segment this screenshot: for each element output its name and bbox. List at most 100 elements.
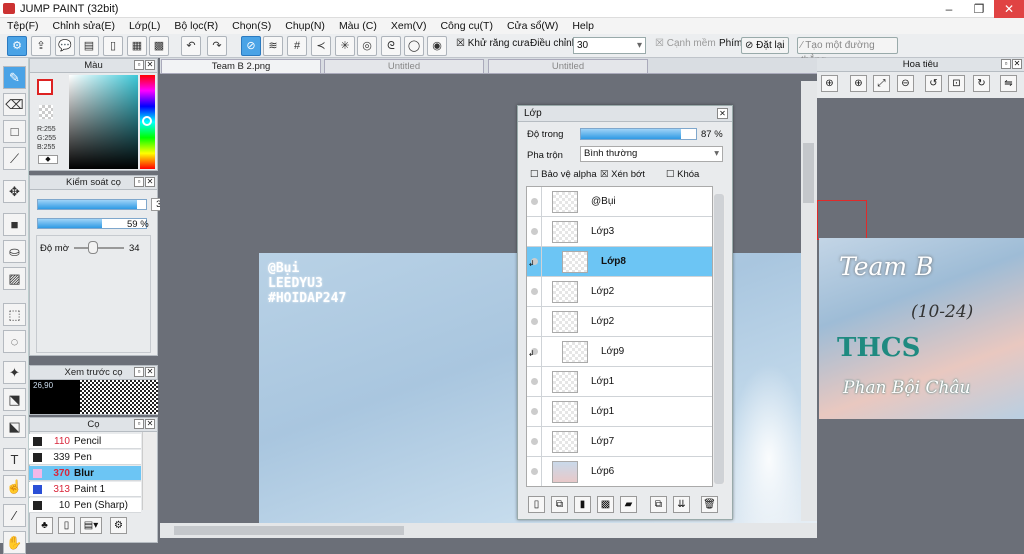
menu-tools[interactable]: Công cụ(T) <box>440 20 493 32</box>
redo-icon[interactable]: ↷ <box>207 36 227 56</box>
rectangle-tool-icon[interactable]: □ <box>3 120 26 143</box>
brush-settings-icon[interactable]: ⚙ <box>110 517 127 534</box>
parallel-ruler-icon[interactable]: ≋ <box>263 36 283 56</box>
delete-layer-icon[interactable]: 🗑 <box>701 496 718 513</box>
lasso-select-icon[interactable]: ◌ <box>3 330 26 353</box>
menu-view[interactable]: Xem(V) <box>391 20 427 32</box>
blend-mode-select[interactable]: Bình thường ▾ <box>580 146 723 162</box>
brush-list-scrollbar[interactable] <box>142 432 156 510</box>
doc-tab[interactable]: Untitled <box>488 59 648 74</box>
visibility-icon[interactable] <box>531 288 538 295</box>
menu-capture[interactable]: Chụp(N) <box>285 20 325 32</box>
perspective-icon[interactable]: ≺ <box>311 36 331 56</box>
new-brush-icon[interactable]: ▯ <box>58 517 75 534</box>
brush-item[interactable]: 339 Pen <box>29 450 141 465</box>
layer-row[interactable]: ↲ Lớp8 <box>527 247 712 277</box>
lock-checkbox[interactable]: ☐ Khóa <box>666 169 699 180</box>
layer-row[interactable]: Lớp2 <box>527 277 712 307</box>
brush-tool-icon[interactable]: ✎ <box>3 66 26 89</box>
doc-tab[interactable]: Team B 2.png <box>161 59 321 74</box>
duplicate-layer-icon[interactable]: ⧉ <box>650 496 667 513</box>
clip-checkbox[interactable]: ☒ Xén bớt <box>600 169 645 180</box>
panel-close-icon[interactable]: ✕ <box>145 367 155 377</box>
panel-undock-icon[interactable]: ▫ <box>134 60 144 70</box>
visibility-icon[interactable] <box>531 468 538 475</box>
visibility-icon[interactable] <box>531 438 538 445</box>
visibility-icon[interactable] <box>531 318 538 325</box>
menu-layer[interactable]: Lớp(L) <box>129 20 160 32</box>
hue-handle[interactable] <box>142 116 152 126</box>
primary-color-swatch[interactable] <box>37 79 53 95</box>
menu-color[interactable]: Màu (C) <box>339 20 377 32</box>
brush-item[interactable]: 110 Pencil <box>29 434 141 449</box>
fit-icon[interactable]: ⤢ <box>873 75 890 92</box>
density-handle[interactable] <box>88 241 98 254</box>
layer-row[interactable]: Lớp1 <box>527 367 712 397</box>
zoom-reset-icon[interactable]: ⊕ <box>821 75 838 92</box>
text-tool-icon[interactable]: T <box>3 448 26 471</box>
rect-select-icon[interactable]: ⬚ <box>3 303 26 326</box>
undo-icon[interactable]: ↶ <box>181 36 201 56</box>
move-tool-icon[interactable]: ✥ <box>3 180 26 203</box>
adjust-select[interactable]: 30 ▾ <box>573 37 646 54</box>
menu-select[interactable]: Chọn(S) <box>232 20 271 32</box>
doc-tab[interactable]: Untitled <box>324 59 484 74</box>
magic-wand-icon[interactable]: ✦ <box>3 361 26 384</box>
rotate-left-icon[interactable]: ↺ <box>925 75 942 92</box>
ellipse-icon[interactable]: ◉ <box>427 36 447 56</box>
curve-icon[interactable]: ᘓ <box>381 36 401 56</box>
halftone-layer-icon[interactable]: ▩ <box>597 496 614 513</box>
layer-row[interactable]: ↲ Lớp9 <box>527 337 712 367</box>
bucket-tool-icon[interactable]: ⛀ <box>3 240 26 263</box>
operation-tool-icon[interactable]: ☝ <box>3 475 26 498</box>
brush-item[interactable]: 313 Paint 1 <box>29 482 141 497</box>
eyedropper-tool-icon[interactable]: ⁄ <box>3 504 26 527</box>
minimize-button[interactable]: – <box>934 0 964 18</box>
straight-line-button[interactable]: ⁄ Tạo một đường thẳng <box>797 37 898 66</box>
canvas-hscrollbar[interactable] <box>160 523 817 538</box>
brush-item[interactable]: 10 Pen (Sharp) <box>29 498 141 513</box>
layer-list-scrollbar[interactable] <box>713 194 725 484</box>
new-8bit-layer-icon[interactable]: ⧉ <box>551 496 568 513</box>
menu-filter[interactable]: Bộ lọc(R) <box>174 20 218 32</box>
layer-row[interactable]: Lớp3 <box>527 217 712 247</box>
color-mode-button[interactable]: ◆ <box>38 155 58 164</box>
vscroll-thumb[interactable] <box>803 143 814 203</box>
comment-icon[interactable]: 💬 <box>55 36 75 56</box>
visibility-icon[interactable] <box>531 198 538 205</box>
canvas-vscrollbar[interactable] <box>801 81 817 521</box>
visibility-icon[interactable] <box>531 378 538 385</box>
page-icon[interactable]: ▯ <box>103 36 123 56</box>
export-icon[interactable]: ⇪ <box>31 36 51 56</box>
document-icon[interactable]: ▦ <box>127 36 147 56</box>
menu-window[interactable]: Cửa sổ(W) <box>507 20 558 32</box>
brush-tree-icon[interactable]: ♣ <box>36 517 53 534</box>
radial-icon[interactable]: ✳ <box>335 36 355 56</box>
grid-ruler-icon[interactable]: # <box>287 36 307 56</box>
panel-undock-icon[interactable]: ▫ <box>134 367 144 377</box>
panel-undock-icon[interactable]: ▫ <box>1001 59 1011 69</box>
note-icon[interactable]: ▤ <box>79 36 99 56</box>
layer-row[interactable]: Lớp2 <box>527 307 712 337</box>
line-tool-icon[interactable]: ⟋ <box>3 147 26 170</box>
rotate-right-icon[interactable]: ↻ <box>973 75 990 92</box>
layer-row[interactable]: Lớp6 <box>527 457 712 486</box>
layer-scroll-thumb[interactable] <box>714 194 724 484</box>
fill-rect-tool-icon[interactable]: ■ <box>3 213 26 236</box>
new-layer-icon[interactable]: ▯ <box>528 496 545 513</box>
select-pen-icon[interactable]: ⬔ <box>3 388 26 411</box>
maximize-button[interactable]: ❐ <box>964 0 994 18</box>
settings-icon[interactable]: ⚙ <box>7 36 27 56</box>
fit-window-icon[interactable]: ⊡ <box>948 75 965 92</box>
flip-icon[interactable]: ⇋ <box>1000 75 1017 92</box>
eraser-tool-icon[interactable]: ⌫ <box>3 93 26 116</box>
no-ruler-icon[interactable]: ⊘ <box>241 36 261 56</box>
close-button[interactable]: ✕ <box>994 0 1024 18</box>
panel-close-icon[interactable]: ✕ <box>145 177 155 187</box>
brush-size-bar[interactable] <box>37 199 147 210</box>
layer-folder-icon[interactable]: ▰ <box>620 496 637 513</box>
protect-alpha-checkbox[interactable]: ☐ Bảo vệ alpha <box>530 169 597 180</box>
merge-layer-icon[interactable]: ⇊ <box>673 496 690 513</box>
zoom-in-icon[interactable]: ⊕ <box>850 75 867 92</box>
panel-undock-icon[interactable]: ▫ <box>134 419 144 429</box>
